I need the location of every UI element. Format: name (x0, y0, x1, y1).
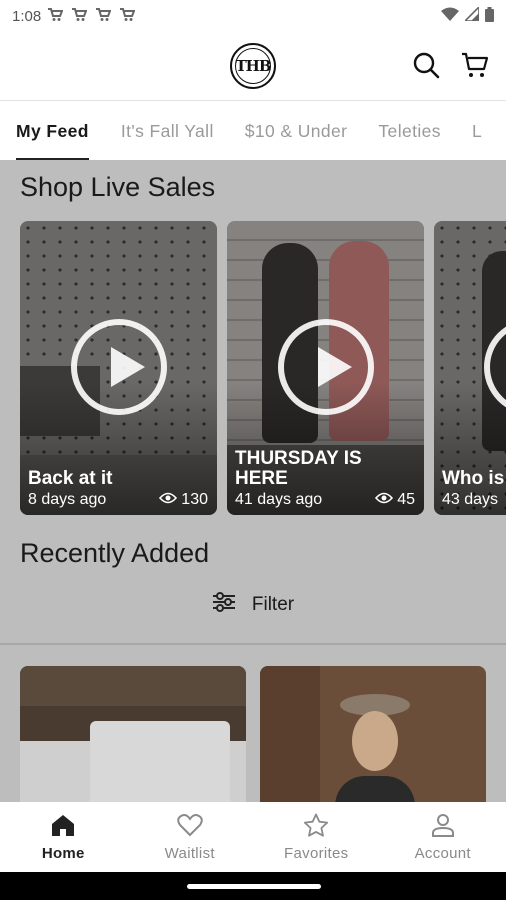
cart-icon[interactable] (460, 50, 490, 85)
nav-account[interactable]: Account (380, 802, 506, 872)
play-icon[interactable] (277, 319, 374, 415)
nav-account-label: Account (414, 844, 471, 862)
nav-favorites[interactable]: Favorites (253, 802, 380, 872)
live-card-date: 43 days (442, 491, 499, 508)
star-icon (303, 813, 329, 841)
cart-notification-icon (119, 7, 136, 26)
play-icon[interactable] (70, 319, 167, 415)
cart-notification-icon (95, 7, 112, 26)
cart-notification-icon (47, 7, 64, 26)
filter-label: Filter (251, 594, 295, 615)
heart-icon (177, 813, 203, 841)
live-card[interactable]: Who is 43 days (434, 221, 506, 515)
shop-live-title: Shop Live Sales (20, 172, 216, 202)
cart-notification-icon (71, 7, 88, 26)
signal-icon (463, 5, 480, 25)
battery-icon (485, 6, 494, 26)
tab-more[interactable]: L (472, 101, 482, 160)
product-card[interactable] (20, 666, 246, 802)
live-card-views: 130 (159, 491, 208, 509)
status-time: 1:08 (12, 7, 42, 25)
nav-home-label: Home (41, 844, 85, 862)
nav-waitlist[interactable]: Waitlist (127, 802, 254, 872)
bottom-navigation: Home Waitlist Favorites Account (0, 802, 506, 872)
live-card-title: Back at it (28, 468, 113, 489)
tab-10-and-under[interactable]: $10 & Under (245, 101, 348, 160)
account-icon (430, 813, 456, 841)
nav-favorites-label: Favorites (284, 844, 349, 862)
app-bar: THB (0, 32, 506, 100)
feed-content: Shop Live Sales Back at it 8 days ago 13… (0, 160, 506, 802)
views-count: 130 (181, 491, 208, 508)
live-card[interactable]: Back at it 8 days ago 130 (20, 221, 217, 515)
home-icon (50, 813, 76, 841)
tab-its-fall-yall[interactable]: It's Fall Yall (121, 101, 214, 160)
live-card[interactable]: THURSDAY IS HERE 41 days ago 45 (227, 221, 424, 515)
eye-icon (159, 491, 178, 509)
logo-text: THB (235, 57, 271, 75)
live-card-views: 45 (375, 491, 415, 509)
live-card-date: 8 days ago (28, 491, 107, 508)
home-indicator[interactable] (187, 884, 321, 889)
product-grid (20, 666, 486, 802)
search-icon[interactable] (412, 51, 440, 84)
product-card[interactable] (260, 666, 486, 802)
views-count: 45 (397, 491, 415, 508)
nav-home[interactable]: Home (0, 802, 127, 872)
category-tabs: My Feed It's Fall Yall $10 & Under Telet… (0, 100, 506, 160)
filter-button[interactable]: Filter (0, 592, 506, 618)
recently-added-title: Recently Added (20, 538, 210, 568)
live-card-date: 41 days ago (235, 491, 323, 508)
wifi-icon (441, 7, 459, 25)
product-thumbnail (260, 666, 320, 802)
brand-logo[interactable]: THB (230, 43, 276, 89)
live-sales-carousel[interactable]: Back at it 8 days ago 130 THURSDAY IS HE… (20, 221, 506, 515)
status-bar: 1:08 (0, 0, 506, 32)
live-card-title: THURSDAY IS HERE (235, 448, 362, 489)
live-card-title: Who is (442, 468, 505, 489)
filter-icon (212, 592, 236, 618)
gesture-bar (0, 872, 506, 900)
eye-icon (375, 491, 394, 509)
nav-waitlist-label: Waitlist (164, 844, 215, 862)
tab-my-feed[interactable]: My Feed (16, 101, 89, 160)
tab-teleties[interactable]: Teleties (378, 101, 441, 160)
divider (0, 643, 506, 645)
